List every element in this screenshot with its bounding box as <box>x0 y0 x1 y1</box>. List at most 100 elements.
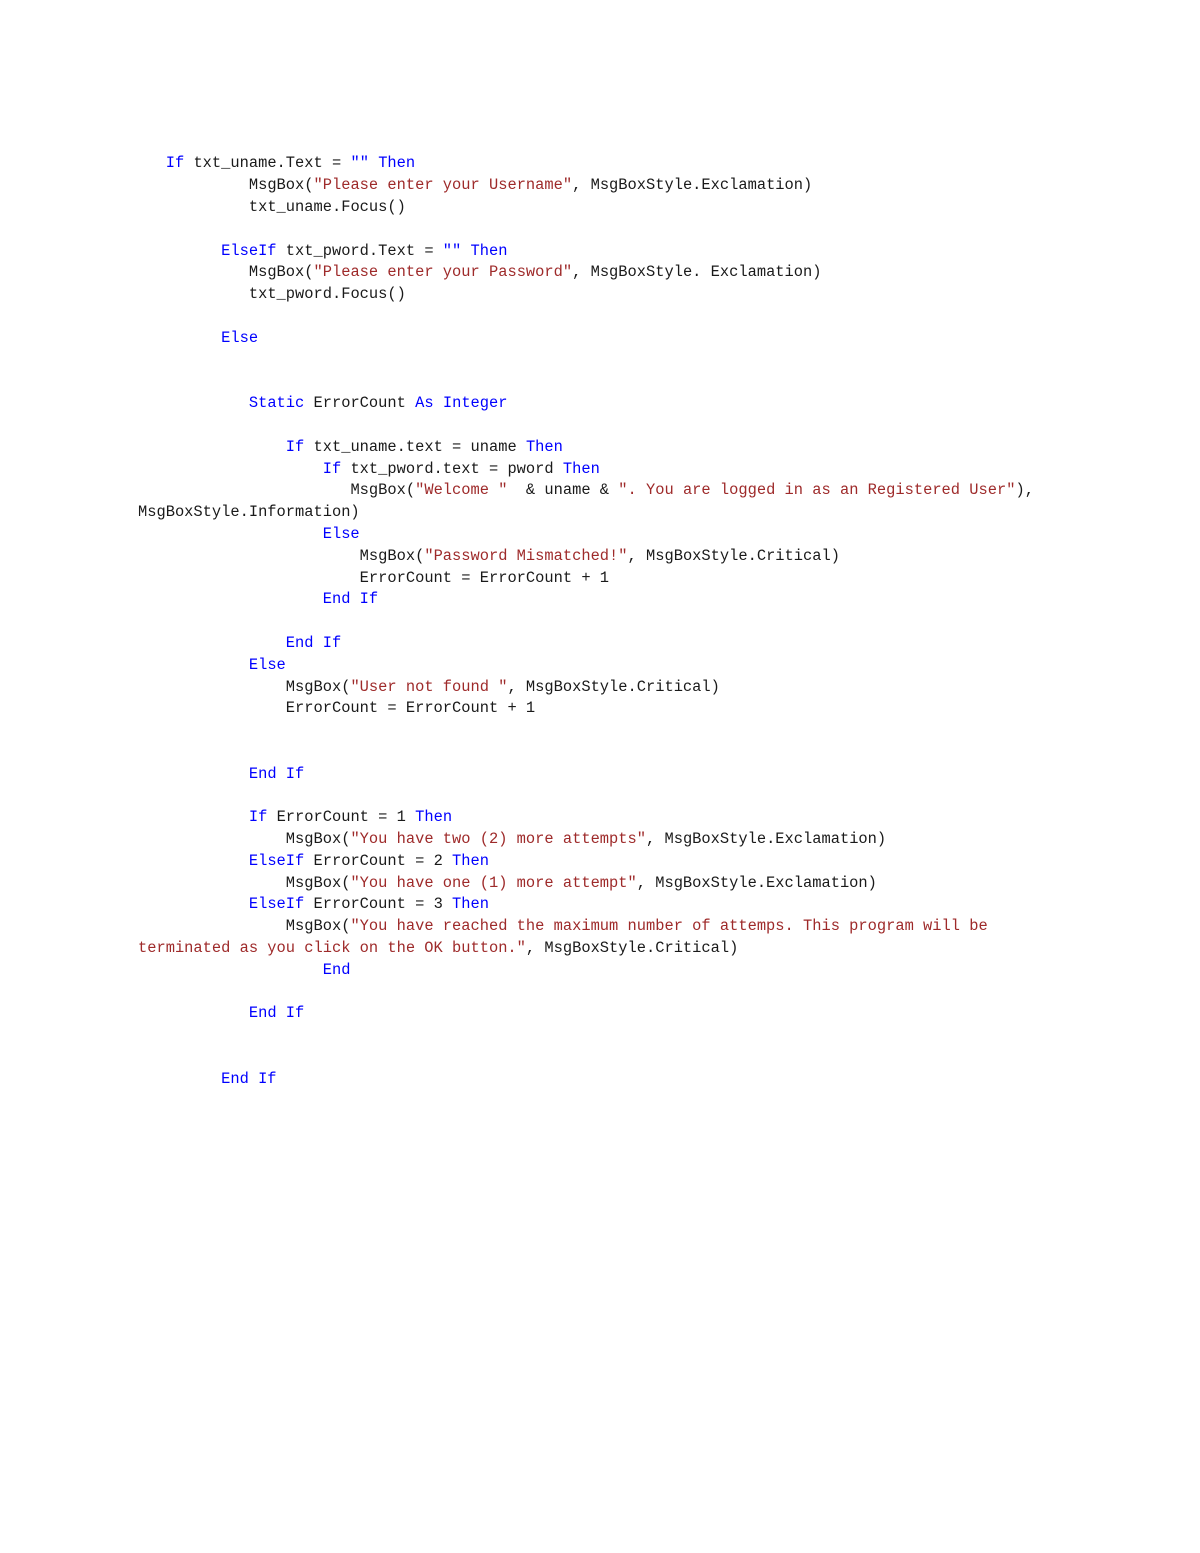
code-keyword: Then <box>470 241 508 260</box>
code-string: "Please enter your Password" <box>313 263 573 282</box>
code-identifier: , MsgBoxStyle.Exclamation) <box>572 176 813 195</box>
code-line: Else <box>138 328 1068 350</box>
code-keyword: Static <box>248 394 305 413</box>
code-keyword: Then <box>525 437 563 456</box>
code-identifier: , MsgBoxStyle.Critical) <box>507 677 720 696</box>
code-identifier: txt_uname.Text = <box>184 154 351 173</box>
code-string: "User not found " <box>350 677 508 696</box>
code-keyword: Integer <box>442 394 508 413</box>
code-identifier <box>434 394 443 412</box>
code-listing: If txt_uname.Text = "" Then MsgBox("Plea… <box>138 153 1068 1090</box>
code-identifier: MsgBox( <box>285 677 351 696</box>
code-line: MsgBox("You have one (1) more attempt", … <box>138 873 1068 895</box>
code-keyword: ElseIf <box>221 241 277 260</box>
code-identifier: MsgBox( <box>350 481 416 500</box>
code-keyword: ElseIf <box>248 895 305 914</box>
code-line: MsgBox("You have reached the maximum num… <box>138 916 1068 960</box>
code-identifier: ErrorCount <box>304 394 416 413</box>
code-line: MsgBox("User not found ", MsgBoxStyle.Cr… <box>138 677 1068 699</box>
code-identifier: ErrorCount = 1 <box>267 808 416 827</box>
code-keyword: ElseIf <box>248 851 305 870</box>
code-line: ElseIf txt_pword.Text = "" Then <box>138 241 1068 263</box>
code-line: ElseIf ErrorCount = 3 Then <box>138 894 1068 916</box>
code-keyword: End If <box>248 764 305 783</box>
code-keyword: End If <box>248 1004 305 1023</box>
code-identifier: ErrorCount = 3 <box>304 895 453 914</box>
code-line: ErrorCount = ErrorCount + 1 <box>138 698 1068 720</box>
code-identifier: , MsgBoxStyle.Exclamation) <box>636 873 877 892</box>
code-line: txt_uname.Focus() <box>138 197 1068 219</box>
code-line: If ErrorCount = 1 Then <box>138 807 1068 829</box>
code-identifier: MsgBox( <box>285 917 351 936</box>
code-keyword: End <box>322 960 351 979</box>
code-identifier: MsgBox( <box>285 873 351 892</box>
code-keyword: "" <box>350 154 369 173</box>
code-keyword: If <box>285 437 305 456</box>
code-identifier: txt_pword.Focus() <box>248 285 406 304</box>
code-identifier: txt_pword.text = pword <box>341 459 563 478</box>
code-line: If txt_uname.Text = "" Then <box>138 153 1068 175</box>
code-identifier: txt_uname.text = uname <box>304 437 526 456</box>
code-keyword: Else <box>221 328 259 347</box>
code-line: End If <box>138 589 1068 611</box>
code-line: MsgBox("You have two (2) more attempts",… <box>138 829 1068 851</box>
code-line: End <box>138 960 1068 982</box>
code-identifier <box>461 242 470 260</box>
code-line: MsgBox("Please enter your Password", Msg… <box>138 262 1068 284</box>
code-line: Else <box>138 655 1068 677</box>
code-line: MsgBox("Please enter your Username", Msg… <box>138 175 1068 197</box>
code-identifier: MsgBox( <box>248 176 314 195</box>
code-keyword: Then <box>378 154 416 173</box>
code-line: txt_pword.Focus() <box>138 284 1068 306</box>
code-keyword: If <box>248 808 268 827</box>
code-keyword: If <box>165 154 185 173</box>
code-string: "Password Mismatched!" <box>424 546 628 565</box>
code-identifier <box>369 154 378 172</box>
code-string: "Please enter your Username" <box>313 176 573 195</box>
code-identifier: ErrorCount = ErrorCount + 1 <box>359 568 610 587</box>
code-keyword: Then <box>415 808 453 827</box>
code-identifier: , MsgBoxStyle. Exclamation) <box>572 263 822 282</box>
code-identifier: , MsgBoxStyle.Critical) <box>627 546 840 565</box>
code-keyword: Then <box>452 851 489 870</box>
code-keyword: "" <box>442 241 462 260</box>
code-identifier: & uname & <box>507 481 619 500</box>
code-identifier: , MsgBoxStyle.Critical) <box>525 939 739 958</box>
code-line: ElseIf ErrorCount = 2 Then <box>138 851 1068 873</box>
code-string: "Welcome " <box>415 481 508 500</box>
code-identifier: txt_uname.Focus() <box>248 197 406 216</box>
code-keyword: Then <box>562 459 600 478</box>
code-identifier: MsgBox( <box>285 830 351 849</box>
code-keyword: If <box>322 459 342 478</box>
